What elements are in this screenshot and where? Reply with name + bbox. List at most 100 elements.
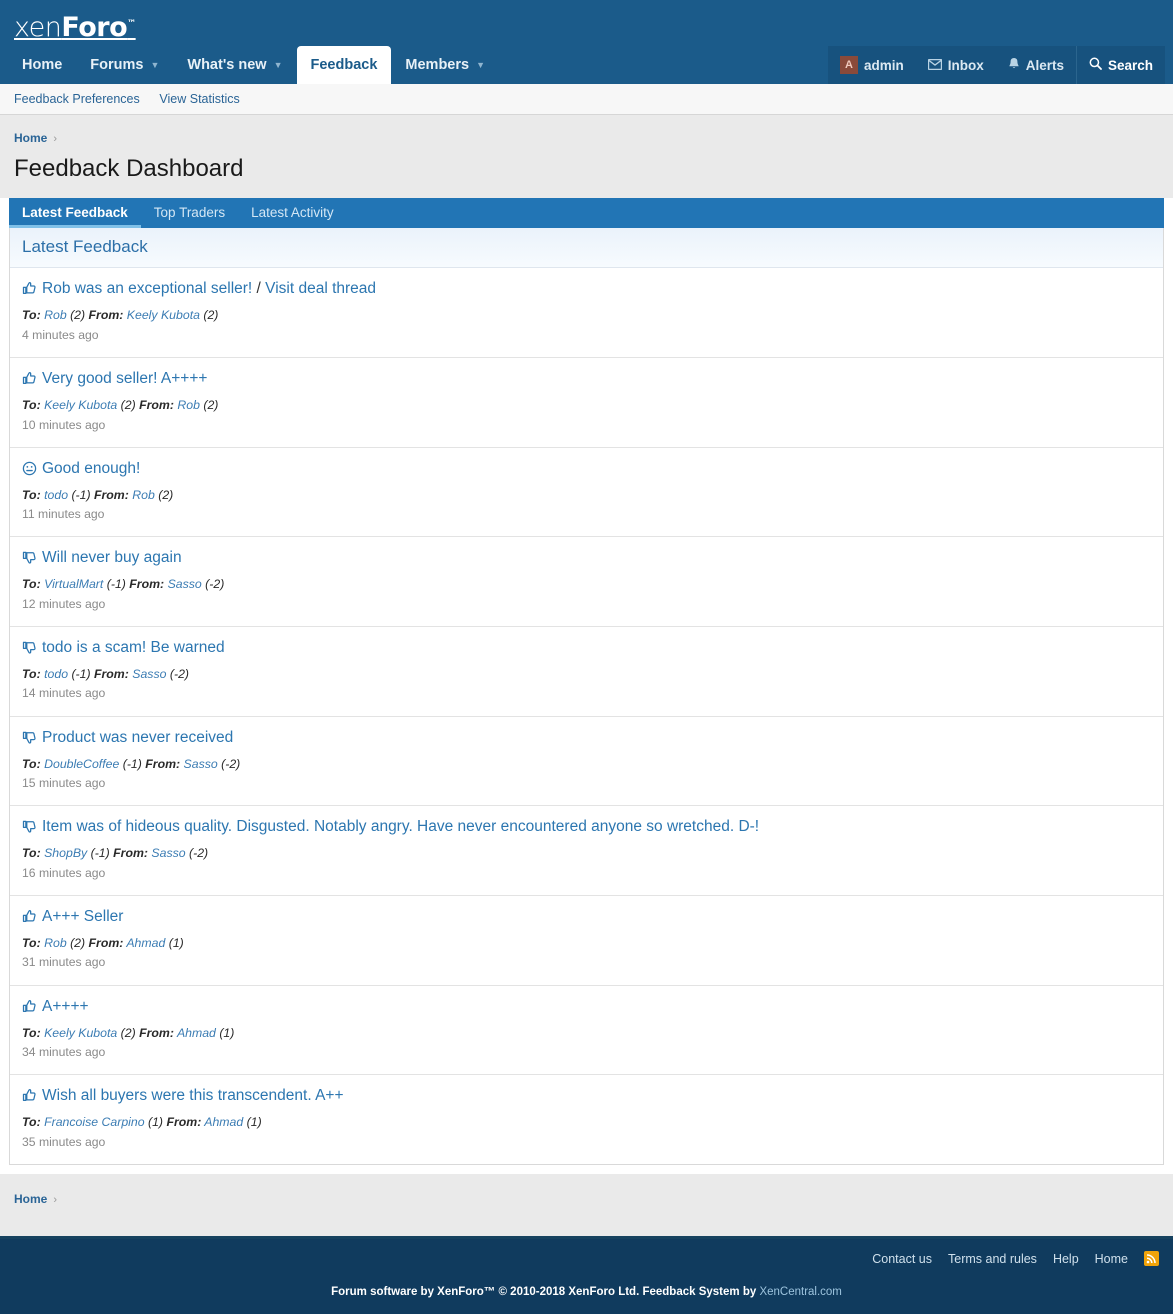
feedback-from-label: From: [129, 577, 165, 592]
tab-latest-activity[interactable]: Latest Activity [238, 198, 347, 228]
feedback-meta: To: VirtualMart (-1) From: Sasso (-2) [22, 575, 1151, 593]
feedback-meta: To: DoubleCoffee (-1) From: Sasso (-2) [22, 755, 1151, 773]
feedback-title-text: Wish all buyers were this transcendent. … [42, 1087, 344, 1105]
logo-trademark: ™ [127, 19, 136, 29]
feedback-title-link[interactable]: Wish all buyers were this transcendent. … [22, 1086, 1151, 1110]
feedback-from-score: (-2) [189, 846, 209, 861]
feedback-title-text: Will never buy again [42, 549, 182, 567]
subnav-item-view-statistics[interactable]: View Statistics [159, 92, 239, 106]
feedback-from-score: (2) [203, 398, 219, 413]
feedback-from-user-link[interactable]: Sasso [168, 577, 202, 591]
feedback-row: Very good seller! A++++ To: Keely Kubota … [10, 358, 1163, 448]
footer-link-home[interactable]: Home [1095, 1252, 1128, 1266]
feedback-row: A++++ To: Keely Kubota (2) From: Ahmad (1… [10, 986, 1163, 1076]
feedback-to-user-link[interactable]: todo [44, 667, 68, 681]
rss-icon[interactable] [1144, 1251, 1159, 1267]
thumbs-up-icon [22, 909, 37, 931]
feedback-row: Product was never received To: DoubleCoff… [10, 717, 1163, 807]
thumbs-down-icon [22, 819, 37, 841]
nav-tab-label: Members [405, 57, 470, 73]
feedback-from-score: (-2) [169, 667, 189, 682]
feedback-to-user-link[interactable]: todo [44, 488, 68, 502]
feedback-to-user-link[interactable]: Francoise Carpino [44, 1115, 144, 1129]
footer-link-help[interactable]: Help [1053, 1252, 1079, 1266]
feedback-title-link[interactable]: Rob was an exceptional seller! / Visit d… [22, 279, 1151, 303]
breadcrumb: Home › [14, 131, 1159, 145]
nav-tab-forums[interactable]: Forums ▼ [76, 46, 173, 84]
tab-top-traders[interactable]: Top Traders [141, 198, 238, 228]
feedback-from-user-link[interactable]: Ahmad [126, 936, 165, 950]
feedback-from-user-link[interactable]: Rob [132, 488, 155, 502]
feedback-row: Rob was an exceptional seller! / Visit d… [10, 268, 1163, 359]
nav-tab-label: Feedback [310, 57, 378, 73]
feedback-to-score: (2) [120, 1025, 136, 1040]
breadcrumb-home-link[interactable]: Home [14, 131, 47, 145]
feedback-title-line: Product was never received [22, 728, 1151, 752]
feedback-to-score: (2) [70, 936, 86, 950]
feedback-from-user-link[interactable]: Ahmad [204, 1115, 243, 1129]
feedback-to-label: To: [22, 756, 41, 771]
feedback-title-line: Item was of hideous quality. Disgusted. … [22, 817, 1151, 841]
thumbs-down-icon [22, 730, 37, 752]
feedback-title-link[interactable]: Item was of hideous quality. Disgusted. … [22, 817, 1151, 841]
feedback-to-user-link[interactable]: Keely Kubota [44, 398, 117, 412]
feedback-title-line: Very good seller! A++++ [22, 369, 1151, 393]
site-logo[interactable]: xenForo™ [14, 8, 136, 44]
feedback-timestamp: 35 minutes ago [22, 1134, 106, 1149]
feedback-title-link[interactable]: Product was never received [22, 728, 1151, 752]
feedback-timestamp: 31 minutes ago [22, 955, 106, 970]
search-link[interactable]: Search [1075, 46, 1165, 84]
feedback-to-user-link[interactable]: Rob [44, 308, 67, 322]
feedback-from-user-link[interactable]: Sasso [132, 667, 166, 681]
feedback-to-user-link[interactable]: Rob [44, 936, 67, 950]
feedback-title-link[interactable]: Very good seller! A++++ [22, 369, 1151, 393]
feedback-title-line: A++++ [22, 997, 1151, 1021]
thumbs-up-icon [22, 371, 37, 393]
feedback-title-link[interactable]: A++++ [22, 997, 1151, 1021]
feedback-title-link[interactable]: A+++ Seller [22, 907, 1151, 931]
feedback-from-label: From: [88, 308, 124, 323]
breadcrumb-home-link-bottom[interactable]: Home [14, 1192, 47, 1206]
inbox-label: Inbox [947, 57, 984, 73]
feedback-from-user-link[interactable]: Rob [177, 398, 200, 412]
envelope-icon [927, 58, 942, 73]
feedback-title-link[interactable]: Good enough! [22, 459, 1151, 483]
page-head: Home › Feedback Dashboard [0, 115, 1173, 198]
chevron-down-icon: ▼ [476, 59, 485, 70]
feedback-to-label: To: [22, 398, 41, 413]
feedback-from-score: (1) [168, 936, 184, 950]
footer-copyright-link[interactable]: XenCentral.com [759, 1286, 841, 1298]
feedback-from-label: From: [145, 756, 181, 771]
feedback-meta: To: Keely Kubota (2) From: Rob (2) [22, 396, 1151, 414]
feedback-title-text: Rob was an exceptional seller! [42, 280, 253, 298]
feedback-to-label: To: [22, 936, 41, 950]
feedback-from-user-link[interactable]: Keely Kubota [127, 308, 200, 322]
feedback-timestamp: 10 minutes ago [22, 417, 106, 432]
feedback-title-link[interactable]: todo is a scam! Be warned [22, 638, 1151, 662]
account-username-link[interactable]: A admin [828, 46, 916, 84]
feedback-to-user-link[interactable]: Keely Kubota [44, 1026, 117, 1040]
nav-tab-home[interactable]: Home [8, 46, 76, 84]
feedback-from-user-link[interactable]: Sasso [151, 846, 185, 860]
subnav-item-feedback-preferences[interactable]: Feedback Preferences [14, 92, 140, 106]
account-username-label: admin [863, 57, 904, 73]
tab-latest-feedback[interactable]: Latest Feedback [9, 198, 141, 228]
feedback-to-score: (2) [70, 308, 86, 323]
nav-tab-members[interactable]: Members ▼ [391, 46, 499, 84]
footer-link-terms-and-rules[interactable]: Terms and rules [948, 1252, 1037, 1266]
nav-tab-feedback[interactable]: Feedback [296, 46, 392, 84]
feedback-timestamp: 11 minutes ago [22, 507, 105, 522]
feedback-to-user-link[interactable]: ShopBy [44, 846, 87, 860]
inbox-link[interactable]: Inbox [916, 46, 996, 84]
feedback-title-link[interactable]: Will never buy again [22, 548, 1151, 572]
feedback-to-user-link[interactable]: VirtualMart [44, 577, 103, 591]
alerts-link[interactable]: Alerts [996, 46, 1076, 84]
feedback-deal-thread-link[interactable]: Visit deal thread [265, 280, 376, 297]
feedback-title-text: A++++ [42, 997, 89, 1015]
feedback-to-label: To: [22, 846, 41, 861]
feedback-to-user-link[interactable]: DoubleCoffee [44, 757, 119, 771]
nav-tab-whats-new[interactable]: What's new ▼ [173, 46, 296, 84]
footer-link-contact-us[interactable]: Contact us [872, 1252, 932, 1266]
feedback-from-user-link[interactable]: Sasso [184, 757, 218, 771]
feedback-from-user-link[interactable]: Ahmad [177, 1026, 216, 1040]
